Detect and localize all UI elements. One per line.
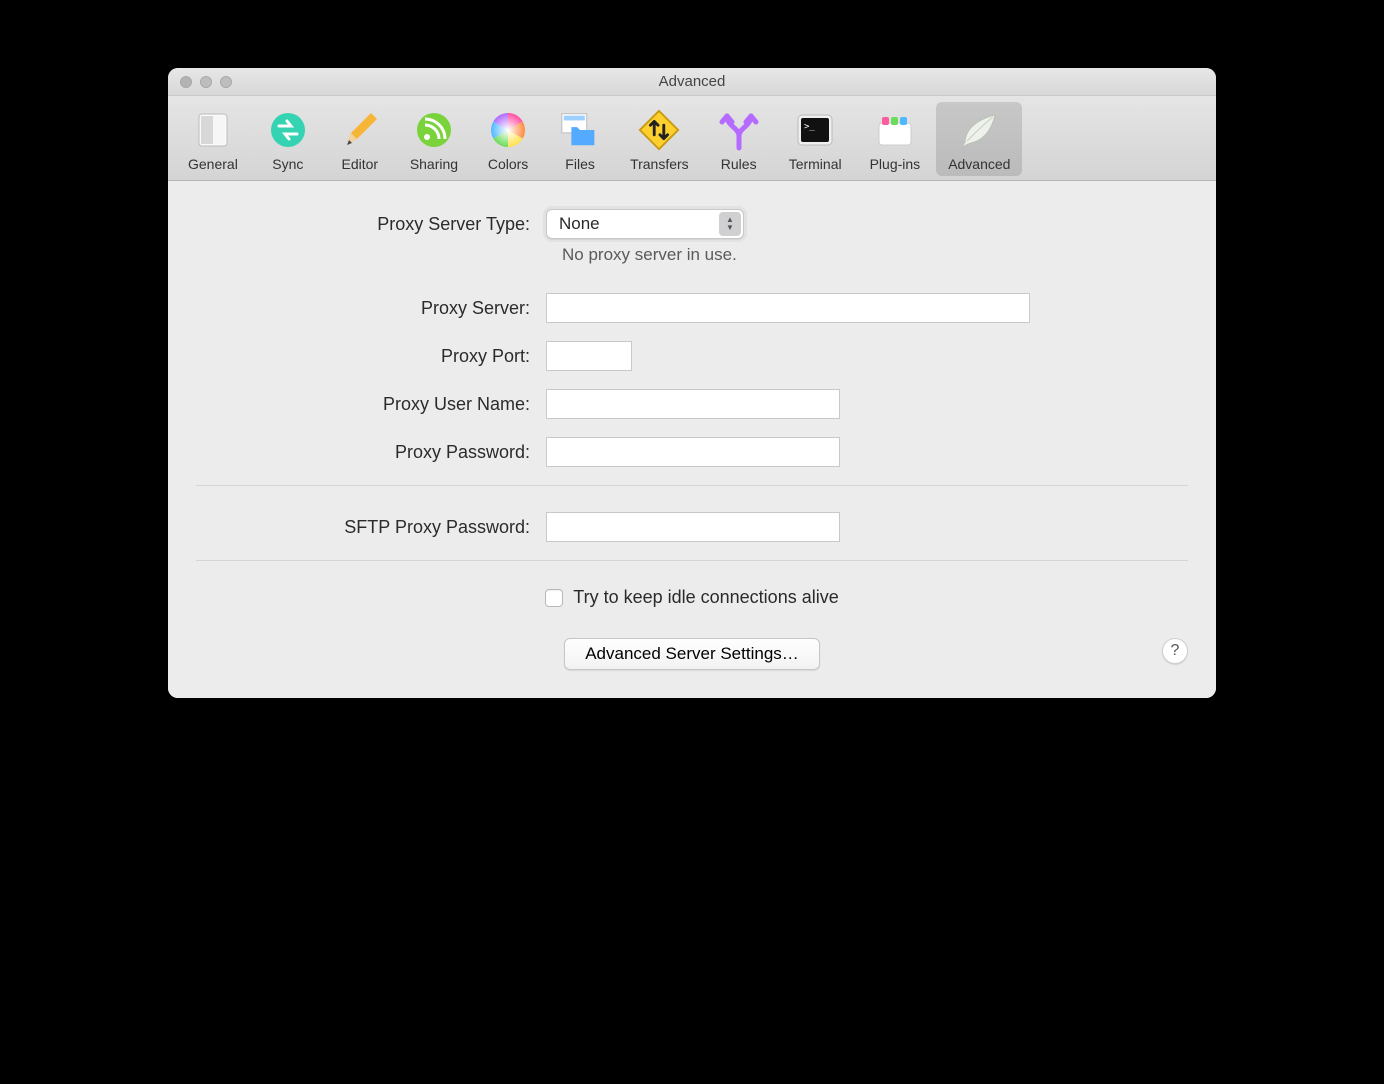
preferences-window: Advanced General Sync xyxy=(168,68,1216,698)
tab-rules[interactable]: Rules xyxy=(705,102,773,176)
tab-label: Advanced xyxy=(948,156,1010,172)
tab-advanced[interactable]: Advanced xyxy=(936,102,1022,176)
row-proxy-port: Proxy Port: xyxy=(196,341,1188,371)
proxy-user-label: Proxy User Name: xyxy=(196,394,546,415)
rss-icon xyxy=(412,108,456,152)
pencil-icon xyxy=(338,108,382,152)
tab-label: Terminal xyxy=(789,156,842,172)
leaf-icon xyxy=(957,108,1001,152)
tab-transfers[interactable]: Transfers xyxy=(618,102,701,176)
tab-general[interactable]: General xyxy=(176,102,250,176)
minimize-button[interactable] xyxy=(200,76,212,88)
zoom-button[interactable] xyxy=(220,76,232,88)
sync-icon xyxy=(266,108,310,152)
tab-label: Sharing xyxy=(410,156,458,172)
proxy-server-input[interactable] xyxy=(546,293,1030,323)
svg-text:>_: >_ xyxy=(804,122,815,132)
proxy-user-input[interactable] xyxy=(546,389,840,419)
lego-brick-icon xyxy=(873,108,917,152)
chevron-up-down-icon: ▲▼ xyxy=(719,212,741,236)
content-pane: Proxy Server Type: None ▲▼ No proxy serv… xyxy=(168,181,1216,698)
close-button[interactable] xyxy=(180,76,192,88)
proxy-type-popup[interactable]: None ▲▼ xyxy=(546,209,744,239)
keep-alive-checkbox[interactable] xyxy=(545,589,563,607)
separator xyxy=(196,485,1188,486)
terminal-icon: >_ xyxy=(793,108,837,152)
tab-sync[interactable]: Sync xyxy=(254,102,322,176)
proxy-type-label: Proxy Server Type: xyxy=(196,214,546,235)
tab-files[interactable]: Files xyxy=(546,102,614,176)
sftp-password-label: SFTP Proxy Password: xyxy=(196,517,546,538)
tab-editor[interactable]: Editor xyxy=(326,102,394,176)
footer-row: Advanced Server Settings… ? xyxy=(196,638,1188,670)
proxy-password-input[interactable] xyxy=(546,437,840,467)
tab-label: General xyxy=(188,156,238,172)
tab-sharing[interactable]: Sharing xyxy=(398,102,470,176)
tab-colors[interactable]: Colors xyxy=(474,102,542,176)
window-title: Advanced xyxy=(180,73,1204,90)
switch-icon xyxy=(191,108,235,152)
tab-label: Transfers xyxy=(630,156,689,172)
proxy-type-value: None xyxy=(559,214,600,234)
tab-terminal[interactable]: >_ Terminal xyxy=(777,102,854,176)
proxy-port-label: Proxy Port: xyxy=(196,346,546,367)
row-proxy-type: Proxy Server Type: None ▲▼ xyxy=(196,209,1188,239)
tab-label: Rules xyxy=(721,156,757,172)
proxy-password-label: Proxy Password: xyxy=(196,442,546,463)
advanced-server-settings-button[interactable]: Advanced Server Settings… xyxy=(564,638,820,670)
color-wheel-icon xyxy=(486,108,530,152)
proxy-hint: No proxy server in use. xyxy=(562,245,1188,265)
row-proxy-server: Proxy Server: xyxy=(196,293,1188,323)
row-keep-alive: Try to keep idle connections alive xyxy=(196,587,1188,608)
proxy-server-label: Proxy Server: xyxy=(196,298,546,319)
row-proxy-user: Proxy User Name: xyxy=(196,389,1188,419)
help-button[interactable]: ? xyxy=(1162,638,1188,664)
tab-label: Files xyxy=(565,156,595,172)
rules-split-icon xyxy=(717,108,761,152)
tab-label: Editor xyxy=(342,156,379,172)
row-proxy-password: Proxy Password: xyxy=(196,437,1188,467)
keep-alive-label: Try to keep idle connections alive xyxy=(573,587,838,608)
transfers-sign-icon xyxy=(637,108,681,152)
preferences-toolbar: General Sync Editor xyxy=(168,96,1216,181)
traffic-lights xyxy=(180,76,232,88)
tab-plugins[interactable]: Plug-ins xyxy=(858,102,933,176)
tab-label: Plug-ins xyxy=(870,156,921,172)
tab-label: Sync xyxy=(272,156,303,172)
sftp-password-input[interactable] xyxy=(546,512,840,542)
question-mark-icon: ? xyxy=(1171,642,1180,660)
titlebar: Advanced xyxy=(168,68,1216,96)
row-sftp-password: SFTP Proxy Password: xyxy=(196,512,1188,542)
proxy-port-input[interactable] xyxy=(546,341,632,371)
tab-label: Colors xyxy=(488,156,528,172)
files-icon xyxy=(558,108,602,152)
separator xyxy=(196,560,1188,561)
